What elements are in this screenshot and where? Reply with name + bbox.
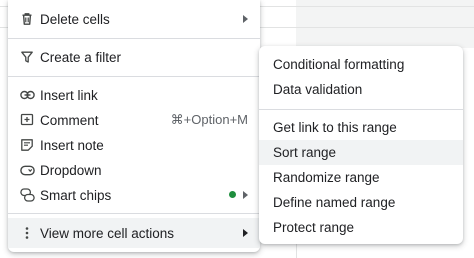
menu-item-label: Create a filter	[40, 49, 122, 65]
submenu-item-label: Define named range	[273, 195, 396, 210]
menu-item-label: Dropdown	[40, 162, 102, 178]
menu-divider	[8, 38, 260, 39]
menu-item-label: View more cell actions	[40, 225, 175, 241]
more-cell-actions-submenu: Conditional formatting Data validation G…	[259, 46, 463, 244]
submenu-item-sort-range[interactable]: Sort range	[259, 140, 463, 165]
filter-icon	[19, 49, 35, 65]
submenu-item-label: Conditional formatting	[273, 57, 405, 72]
submenu-item-data-validation[interactable]: Data validation	[259, 77, 463, 102]
menu-divider	[8, 76, 260, 77]
menu-item-view-more-cell-actions[interactable]: View more cell actions	[8, 218, 260, 248]
smart-chips-icon	[19, 187, 35, 203]
submenu-item-protect-range[interactable]: Protect range	[259, 215, 463, 240]
submenu-arrow-icon	[243, 191, 248, 199]
submenu-item-label: Data validation	[273, 82, 363, 97]
submenu-item-conditional-formatting[interactable]: Conditional formatting	[259, 52, 463, 77]
cell-context-menu: Delete cells Create a filter Insert link…	[8, 0, 260, 252]
selected-range-area	[296, 0, 474, 48]
menu-divider	[8, 213, 260, 214]
menu-item-label: Smart chips	[40, 187, 112, 203]
menu-item-label: Delete cells	[40, 11, 110, 27]
submenu-item-label: Randomize range	[273, 170, 380, 185]
more-vertical-icon	[19, 225, 35, 241]
keyboard-shortcut: ⌘+Option+M	[170, 112, 248, 127]
menu-item-label: Insert note	[40, 137, 104, 153]
submenu-arrow-icon	[243, 229, 248, 237]
menu-item-smart-chips[interactable]: Smart chips	[8, 180, 260, 210]
menu-item-create-filter[interactable]: Create a filter	[8, 42, 260, 72]
submenu-item-randomize-range[interactable]: Randomize range	[259, 165, 463, 190]
comment-icon	[19, 112, 35, 128]
submenu-item-get-link-to-range[interactable]: Get link to this range	[259, 115, 463, 140]
submenu-item-define-named-range[interactable]: Define named range	[259, 190, 463, 215]
menu-item-label: Insert link	[40, 87, 98, 103]
submenu-arrow-icon	[243, 15, 248, 23]
menu-item-delete-cells[interactable]: Delete cells	[8, 4, 260, 34]
submenu-item-label: Get link to this range	[273, 120, 397, 135]
trash-icon	[19, 11, 35, 27]
submenu-item-label: Protect range	[273, 220, 355, 235]
menu-item-label: Comment	[40, 112, 99, 128]
submenu-item-label: Sort range	[273, 145, 337, 160]
menu-divider	[259, 109, 463, 110]
new-feature-dot-icon	[229, 191, 236, 198]
note-icon	[19, 137, 35, 153]
dropdown-chip-icon	[19, 162, 35, 178]
link-icon	[19, 87, 35, 103]
